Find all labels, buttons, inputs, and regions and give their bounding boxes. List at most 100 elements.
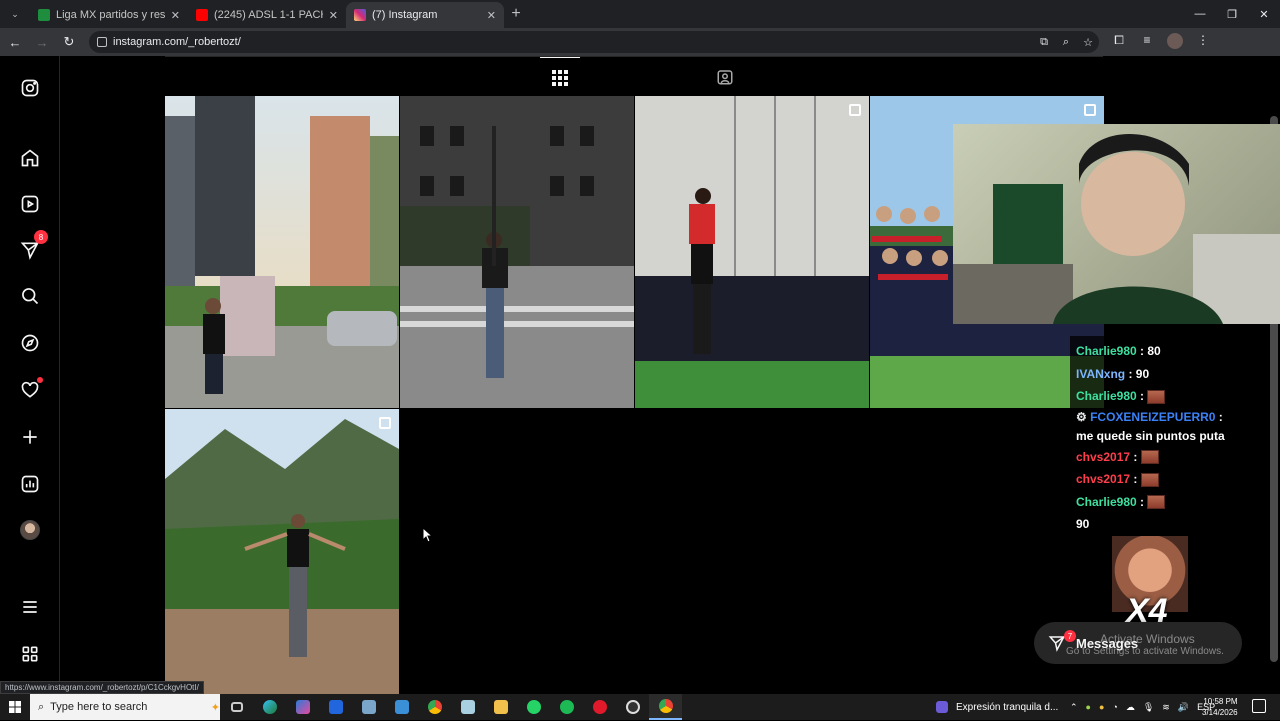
- chat-message: Charlie980 : 80: [1076, 344, 1161, 358]
- chat-username[interactable]: IVANxng: [1076, 367, 1125, 381]
- notification-dot: [37, 377, 43, 383]
- whatsapp-icon[interactable]: [517, 694, 550, 720]
- volume-icon[interactable]: 🔊: [1178, 702, 1189, 713]
- minimize-icon[interactable]: —: [1184, 0, 1216, 28]
- task-view-icon[interactable]: [220, 694, 253, 720]
- reading-list-icon[interactable]: ≡: [1133, 33, 1161, 52]
- stream-chat: Charlie980 : 80 IVANxng : 90 Charlie980 : …: [1070, 336, 1240, 536]
- post-thumbnail[interactable]: [165, 409, 399, 721]
- posts-grid-icon[interactable]: [540, 57, 580, 97]
- extensions-icon[interactable]: ⧠: [1105, 33, 1133, 52]
- url-text[interactable]: instagram.com/_robertozt/: [113, 36, 1033, 48]
- search-icon[interactable]: [18, 284, 42, 308]
- browser-tab-3[interactable]: (7) Instagram ✕: [346, 2, 504, 28]
- close-tab-icon[interactable]: ✕: [171, 9, 180, 22]
- wifi-icon[interactable]: ≋: [1162, 702, 1170, 713]
- zoom-icon[interactable]: ⌕: [1055, 36, 1077, 49]
- install-app-icon[interactable]: ⧉: [1033, 36, 1055, 49]
- chat-emote-icon: [1147, 389, 1166, 404]
- chat-text: 80: [1147, 344, 1161, 358]
- profile-tabs: [165, 56, 1103, 96]
- chat-username[interactable]: chvs2017: [1076, 472, 1130, 486]
- browser-toolbar: ← → ↻ instagram.com/_robertozt/ ⧉ ⌕ ☆ ⧠ …: [0, 28, 1280, 56]
- copilot-icon[interactable]: [286, 694, 319, 720]
- search-icon: ⌕: [38, 700, 45, 713]
- menu-icon[interactable]: [18, 595, 42, 619]
- restore-icon[interactable]: ❐: [1216, 0, 1248, 28]
- notes-icon[interactable]: [451, 694, 484, 720]
- reload-icon[interactable]: ↻: [57, 30, 81, 54]
- chat-text: 90: [1135, 366, 1150, 381]
- address-bar[interactable]: instagram.com/_robertozt/ ⧉ ⌕ ☆: [89, 31, 1099, 53]
- site-info-icon[interactable]: [97, 37, 107, 47]
- chrome-app-icon[interactable]: [418, 694, 451, 720]
- opera-icon[interactable]: [583, 694, 616, 720]
- tray-app-icon[interactable]: ☁: [1126, 702, 1135, 713]
- sheets-favicon-icon: [38, 9, 50, 21]
- spotify-icon[interactable]: [550, 694, 583, 720]
- taskbar-clock[interactable]: 10:58 PM 3/14/2026: [1202, 696, 1238, 718]
- file-explorer-icon[interactable]: [484, 694, 517, 720]
- mouse-cursor-icon: [423, 528, 433, 542]
- network-icon[interactable]: ◔: [1112, 702, 1117, 712]
- windows-start-icon[interactable]: [0, 694, 30, 720]
- tray-app-icon[interactable]: ●: [1099, 702, 1104, 712]
- chat-username[interactable]: Charlie980: [1076, 344, 1137, 358]
- post-thumbnail[interactable]: [165, 96, 399, 408]
- store-icon[interactable]: [319, 694, 352, 720]
- close-window-icon[interactable]: ✕: [1248, 0, 1280, 28]
- instagram-logo-icon[interactable]: [18, 76, 42, 100]
- chat-username[interactable]: chvs2017: [1076, 450, 1130, 464]
- chat-emote-icon: [1140, 472, 1159, 487]
- more-apps-icon[interactable]: [18, 642, 42, 666]
- chat-badge-icon: ⚙: [1076, 409, 1091, 424]
- home-icon[interactable]: [18, 146, 42, 170]
- chat-username[interactable]: Charlie980: [1076, 495, 1137, 509]
- post-thumbnail[interactable]: [400, 96, 634, 408]
- kebab-menu-icon[interactable]: ⋮: [1189, 33, 1217, 52]
- new-tab-button[interactable]: +: [504, 2, 528, 26]
- profile-avatar[interactable]: [1161, 32, 1189, 52]
- tray-app-icon[interactable]: ●: [1086, 702, 1091, 712]
- chat-message: chvs2017 :: [1076, 446, 1234, 469]
- multi-post-icon: [1084, 104, 1096, 116]
- close-tab-icon[interactable]: ✕: [329, 9, 338, 22]
- direct-icon[interactable]: 8: [18, 230, 48, 262]
- back-icon[interactable]: ←: [3, 30, 27, 54]
- chat-username[interactable]: Charlie980: [1076, 389, 1137, 403]
- edge-icon[interactable]: [253, 694, 286, 720]
- reels-icon[interactable]: [18, 192, 42, 216]
- tagged-icon[interactable]: [705, 57, 745, 97]
- bookmark-star-icon[interactable]: ☆: [1077, 36, 1099, 49]
- windows-taskbar: ⌕ Type here to search ✦ Expresión tranqu…: [0, 694, 1280, 720]
- notification-center-icon[interactable]: [1252, 699, 1266, 713]
- notifications-heart-icon[interactable]: [18, 377, 43, 402]
- instagram-favicon-icon: [354, 9, 366, 21]
- chat-text: 90: [1076, 517, 1090, 531]
- multi-post-icon: [849, 104, 861, 116]
- chat-text: me quede sin puntos puta: [1076, 428, 1225, 443]
- vscode-icon[interactable]: [385, 694, 418, 720]
- chat-username[interactable]: FCOXENEIZEPUERR0: [1090, 410, 1215, 424]
- tab-title: (2245) ADSL 1-1 PACHUCA | Tu: [214, 9, 323, 21]
- tab-search-chevron-icon[interactable]: ⌄: [4, 4, 26, 24]
- microphone-icon[interactable]: 🎙: [1143, 702, 1154, 713]
- chat-emote-icon: [1140, 450, 1159, 465]
- system-tray: ⌃ ● ● ◔ ☁ 🎙 ≋ 🔊 ESP: [1066, 694, 1219, 720]
- tray-chevron-icon[interactable]: ⌃: [1070, 702, 1078, 713]
- profile-avatar[interactable]: [18, 518, 42, 542]
- media-widget[interactable]: Expresión tranquila d...: [936, 694, 1058, 720]
- browser-tab-1[interactable]: Liga MX partidos y resultados 2 ✕: [30, 2, 188, 28]
- explore-icon[interactable]: [18, 331, 42, 355]
- browser-tab-2[interactable]: (2245) ADSL 1-1 PACHUCA | Tu ✕: [188, 2, 346, 28]
- close-tab-icon[interactable]: ✕: [487, 9, 496, 22]
- teams-icon[interactable]: [352, 694, 385, 720]
- chrome-active-icon[interactable]: [649, 694, 682, 720]
- create-plus-icon[interactable]: [18, 425, 42, 449]
- taskbar-search-box[interactable]: ⌕ Type here to search ✦: [30, 694, 220, 720]
- post-thumbnail[interactable]: [635, 96, 869, 408]
- dashboard-icon[interactable]: [18, 472, 42, 496]
- chat-message: 90: [1076, 513, 1234, 536]
- obs-icon[interactable]: [616, 694, 649, 720]
- forward-icon[interactable]: →: [30, 30, 54, 54]
